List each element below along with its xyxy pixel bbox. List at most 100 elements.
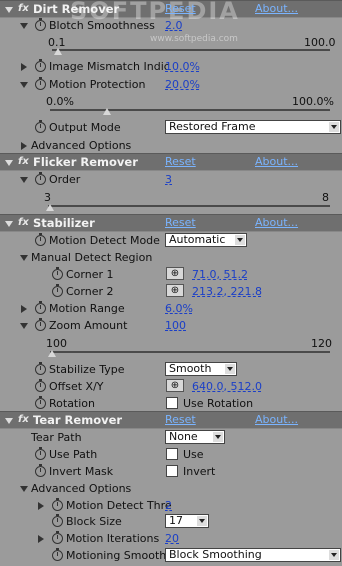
use-rotation-checkbox[interactable] (166, 397, 178, 409)
stopwatch-icon[interactable] (35, 318, 46, 331)
tear-path-dropdown[interactable]: None (165, 430, 225, 444)
dropdown-value: Smooth (169, 362, 212, 375)
stopwatch-icon[interactable] (35, 362, 46, 375)
stabilize-type-dropdown[interactable]: Smooth (165, 362, 237, 376)
collapse-triangle-icon[interactable] (5, 7, 13, 13)
expand-triangle-icon[interactable] (20, 177, 28, 183)
param-row-output-mode: Output Mode Restored Frame (0, 119, 342, 137)
crosshair-icon[interactable]: ⊕ (166, 284, 184, 297)
slider-track[interactable] (50, 351, 330, 353)
collapse-triangle-icon[interactable] (5, 418, 13, 424)
param-value[interactable]: 100 (165, 319, 186, 332)
param-label: Motion Iterations (66, 532, 160, 545)
section-header-stabilizer[interactable]: fx Stabilizer Reset About... (0, 214, 342, 232)
use-path-checkbox[interactable] (166, 448, 178, 460)
slider-track[interactable] (48, 205, 330, 207)
slider-knob[interactable] (48, 350, 56, 357)
stopwatch-icon[interactable] (52, 514, 63, 527)
slider-knob[interactable] (54, 48, 62, 55)
reset-link[interactable]: Reset (165, 155, 196, 168)
stopwatch-icon[interactable] (35, 464, 46, 477)
slider-track[interactable] (52, 49, 330, 51)
param-row-block-size: Block Size 17 (0, 513, 342, 531)
dropdown-arrow-icon (329, 550, 339, 560)
expand-triangle-icon[interactable] (38, 502, 44, 510)
section-header-dirt-remover[interactable]: fx Dirt Remover SOFTPEDIA Reset About... (0, 0, 342, 25)
param-value[interactable]: 71.0, 51.2 (192, 268, 248, 281)
invert-mask-checkbox[interactable] (166, 465, 178, 477)
stopwatch-icon[interactable] (52, 531, 63, 544)
motion-detect-mode-dropdown[interactable]: Automatic (165, 233, 247, 247)
dropdown-value: Restored Frame (169, 120, 256, 133)
slider-knob[interactable] (103, 108, 111, 115)
collapse-triangle-icon[interactable] (5, 160, 13, 166)
about-link[interactable]: About... (255, 2, 298, 15)
param-value[interactable]: 213.2, 221.8 (192, 285, 262, 298)
about-link[interactable]: About... (255, 155, 298, 168)
param-label: Blotch Smoothness (49, 19, 155, 32)
section-header-flicker-remover[interactable]: fx Flicker Remover Reset About... (0, 153, 342, 171)
param-value[interactable]: 3 (165, 173, 172, 186)
param-value[interactable]: 10.0% (165, 60, 200, 73)
param-label: Tear Path (31, 431, 82, 444)
slider-track[interactable] (50, 109, 330, 111)
param-value[interactable]: 6.0% (165, 302, 193, 315)
param-row-tear-path: Tear Path None (0, 429, 342, 447)
stopwatch-icon[interactable] (35, 18, 46, 31)
stopwatch-icon[interactable] (52, 267, 63, 280)
reset-link[interactable]: Reset (165, 216, 196, 229)
expand-triangle-icon[interactable] (21, 63, 27, 71)
stopwatch-icon[interactable] (52, 498, 63, 511)
param-label: Advanced Options (31, 482, 132, 495)
expand-triangle-icon[interactable] (21, 305, 27, 313)
reset-link[interactable]: Reset (165, 413, 196, 426)
param-value[interactable]: 20.0% (165, 78, 200, 91)
crosshair-icon[interactable]: ⊕ (166, 379, 184, 392)
slider-knob[interactable] (46, 204, 54, 211)
stopwatch-icon[interactable] (35, 301, 46, 314)
param-value[interactable]: 640.0, 512.0 (192, 380, 262, 393)
param-label: Manual Detect Region (31, 251, 153, 264)
param-value[interactable]: 2 (165, 499, 172, 512)
collapse-triangle-icon[interactable] (5, 221, 13, 227)
about-link[interactable]: About... (255, 413, 298, 426)
stopwatch-icon[interactable] (52, 284, 63, 297)
expand-triangle-icon[interactable] (38, 535, 44, 543)
stopwatch-icon[interactable] (35, 77, 46, 90)
stopwatch-icon[interactable] (35, 447, 46, 460)
expand-triangle-icon[interactable] (20, 486, 28, 492)
param-value[interactable]: 2.0 (165, 19, 183, 32)
dropdown-arrow-icon (213, 432, 223, 442)
expand-triangle-icon[interactable] (20, 323, 28, 329)
output-mode-dropdown[interactable]: Restored Frame (165, 120, 341, 134)
fx-icon[interactable]: fx (18, 3, 29, 14)
motioning-smoothing-dropdown[interactable]: Block Smoothing (165, 548, 341, 562)
crosshair-icon[interactable]: ⊕ (166, 267, 184, 280)
fx-icon[interactable]: fx (18, 156, 29, 167)
expand-triangle-icon[interactable] (21, 142, 27, 150)
stopwatch-icon[interactable] (35, 59, 46, 72)
param-row-corner-2: Corner 2 ⊕ 213.2, 221.8 (0, 283, 342, 301)
expand-triangle-icon[interactable] (20, 82, 28, 88)
expand-triangle-icon[interactable] (20, 255, 28, 261)
expand-triangle-icon[interactable] (20, 23, 28, 29)
stopwatch-icon[interactable] (35, 172, 46, 185)
stopwatch-icon[interactable] (52, 548, 63, 561)
stopwatch-icon[interactable] (35, 233, 46, 246)
param-label: Invert Mask (49, 465, 114, 478)
reset-link[interactable]: Reset (165, 2, 196, 15)
stopwatch-icon[interactable] (35, 379, 46, 392)
about-link[interactable]: About... (255, 216, 298, 229)
stopwatch-icon[interactable] (35, 120, 46, 133)
param-label: Motion Protection (49, 78, 146, 91)
section-header-tear-remover[interactable]: fx Tear Remover Reset About... (0, 411, 342, 429)
param-value[interactable]: 20 (165, 532, 179, 545)
dropdown-value: Block Smoothing (169, 548, 262, 561)
fx-icon[interactable]: fx (18, 414, 29, 425)
param-label: Rotation (49, 397, 96, 410)
param-row-motion-detect-mode: Motion Detect Mode Automatic (0, 232, 342, 250)
fx-icon[interactable]: fx (18, 217, 29, 228)
stopwatch-icon[interactable] (35, 396, 46, 409)
param-label: Motion Range (49, 302, 125, 315)
block-size-dropdown[interactable]: 17 (165, 514, 209, 528)
